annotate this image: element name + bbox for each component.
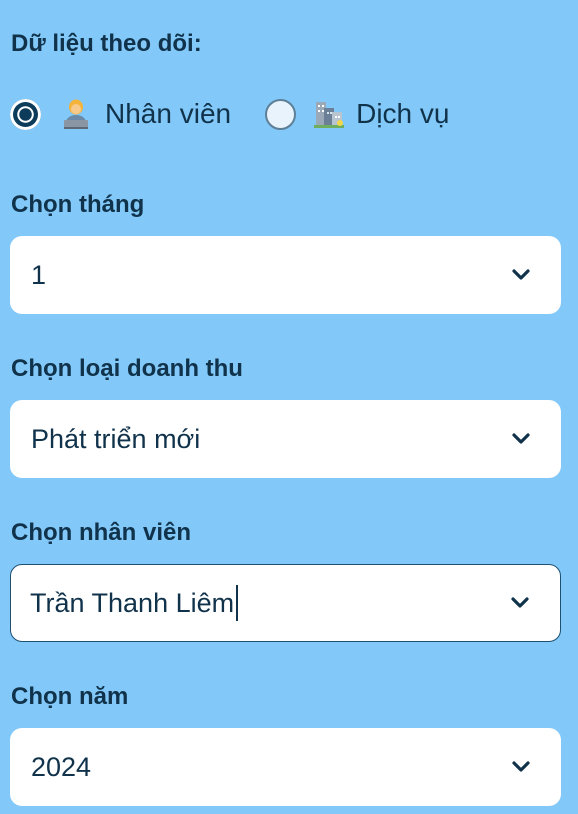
year-select[interactable]: 2024 [10,728,561,806]
radio-label-service: Dịch vụ [356,98,450,129]
chevron-down-icon[interactable] [511,433,531,445]
radio-label-employee: Nhân viên [105,98,232,129]
chevron-down-icon[interactable] [511,269,531,281]
revenue-type-select[interactable]: Phát triển mới [10,400,561,478]
month-select[interactable]: 1 [10,236,561,314]
office-worker-icon [64,99,88,129]
year-label: Chọn năm [11,683,129,710]
chevron-down-icon[interactable] [510,597,530,609]
tracking-label: Dữ liệu theo dõi: [11,30,202,57]
month-label: Chọn tháng [11,191,145,218]
employee-select[interactable]: Trần Thanh Liêm [10,564,561,642]
buildings-icon [314,102,345,128]
year-select-value: 2024 [31,751,92,782]
radio-option-employee[interactable]: Nhân viên [10,94,231,134]
revenue-type-select-value: Phát triển mới [31,423,201,454]
radio-selected-icon[interactable] [10,98,41,130]
employee-select-value: Trần Thanh Liêm [30,587,235,618]
radio-option-service[interactable]: Dịch vụ [265,94,449,134]
radio-unselected-icon[interactable] [265,98,297,130]
revenue-type-label: Chọn loại doanh thu [11,355,243,382]
month-select-value: 1 [31,259,47,290]
tracking-radio-group: Nhân viên Dịch vụ [10,94,449,134]
chevron-down-icon[interactable] [511,761,531,773]
text-cursor [236,585,239,621]
employee-select-input[interactable]: Trần Thanh Liêm [30,585,239,621]
employee-label: Chọn nhân viên [11,519,191,546]
